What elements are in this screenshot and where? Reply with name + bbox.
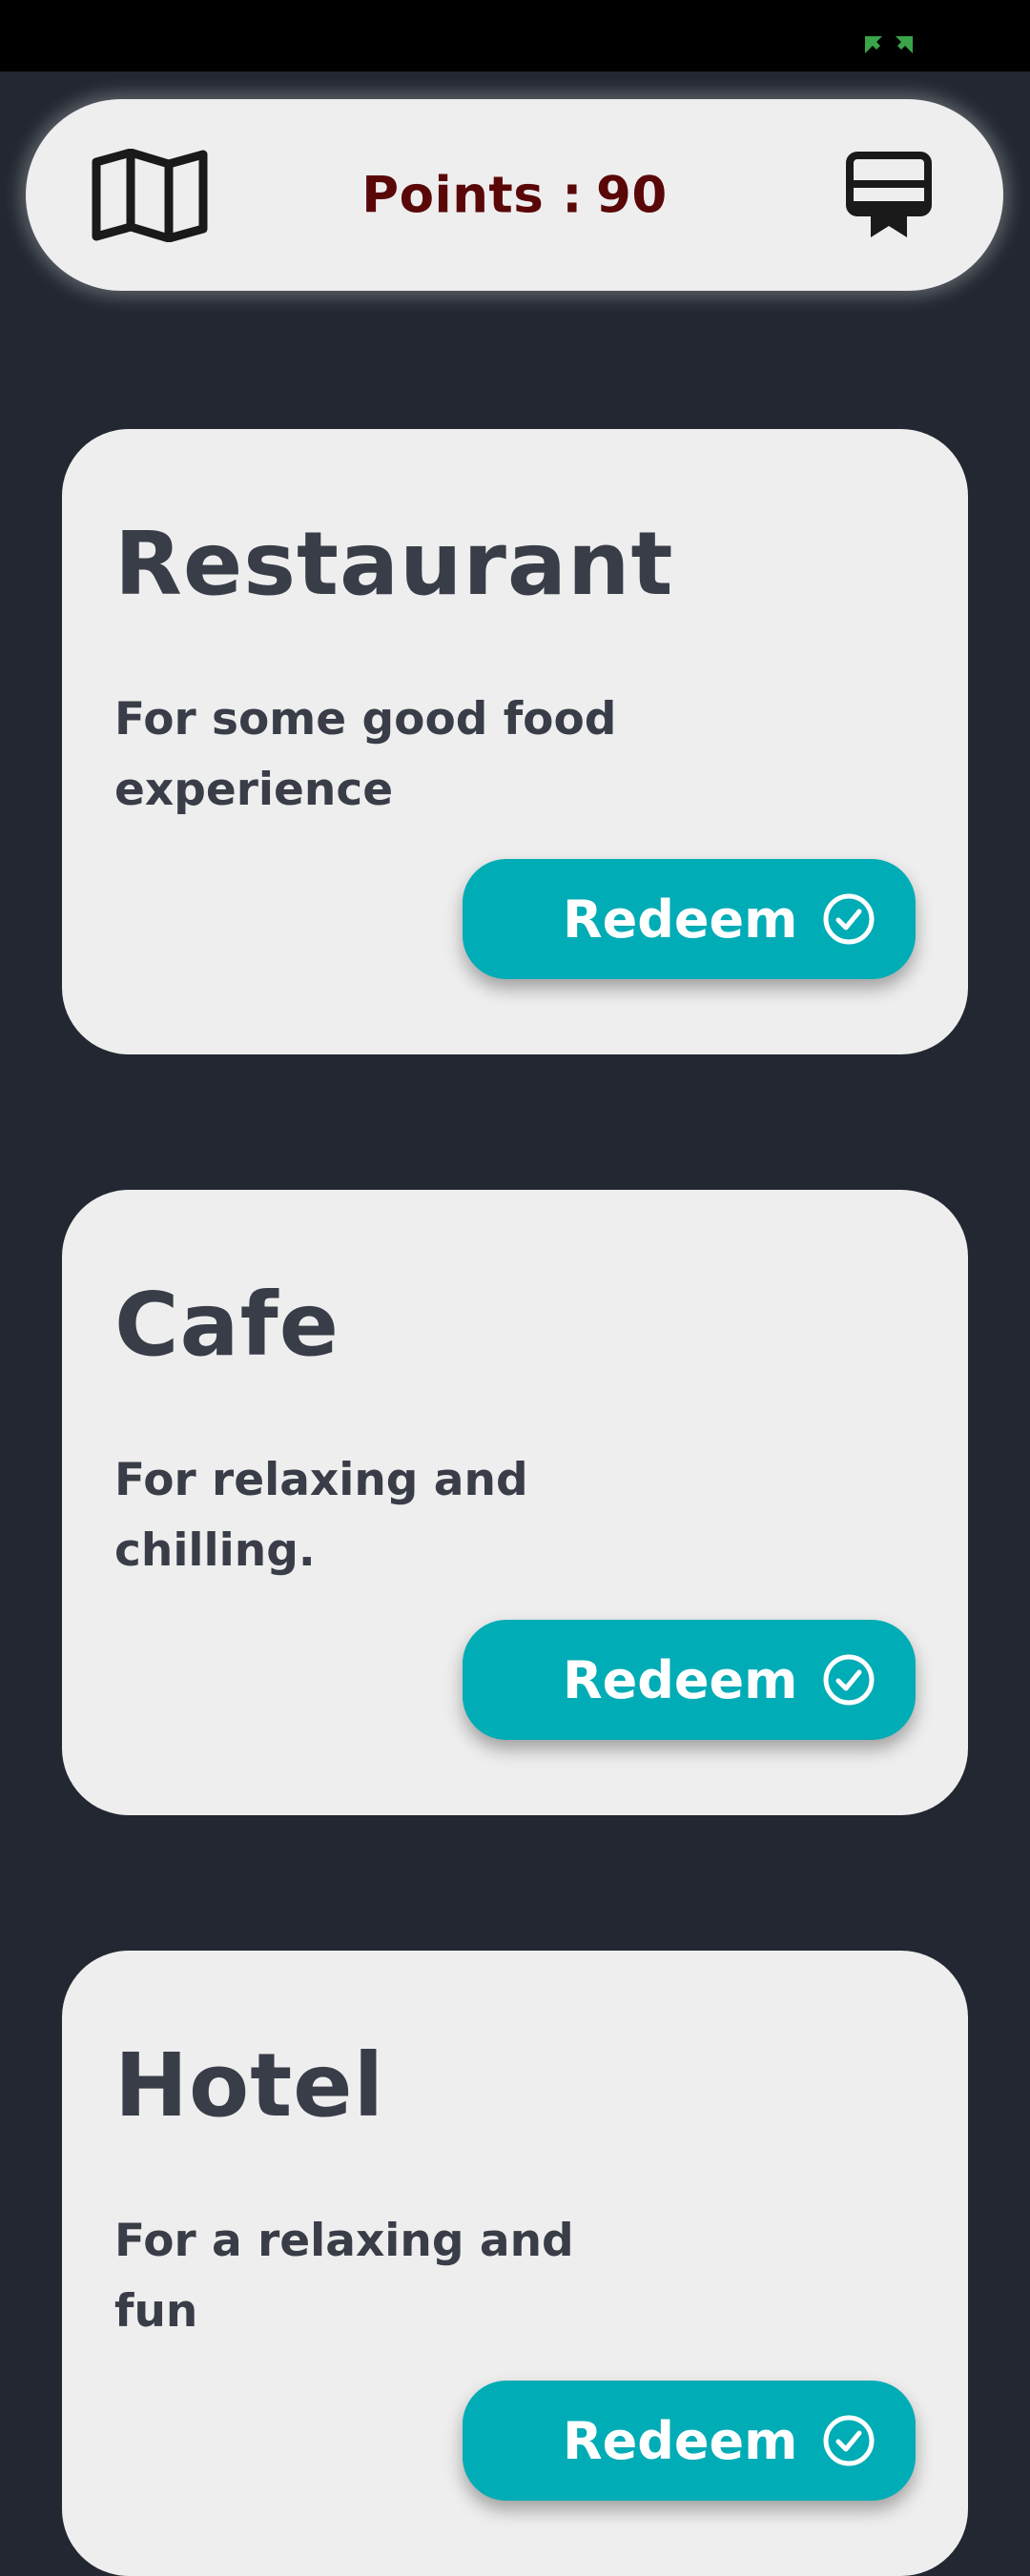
reward-card-restaurant: Restaurant For some good food experience… bbox=[62, 429, 968, 1054]
reward-card-hotel: Hotel For a relaxing and fun Redeem bbox=[62, 1951, 968, 2576]
card-description: For a relaxing and fun bbox=[114, 2215, 574, 2338]
check-circle-icon bbox=[823, 1654, 875, 1706]
card-title: Hotel bbox=[114, 2034, 385, 2136]
points-label: Points : bbox=[361, 166, 583, 224]
points-value: 90 bbox=[595, 166, 668, 224]
card-title: Restaurant bbox=[114, 513, 674, 615]
fullscreen-indicator-icon bbox=[865, 36, 913, 53]
redeem-button-label: Redeem bbox=[563, 2410, 798, 2471]
status-bar bbox=[0, 0, 1030, 72]
certificate-button[interactable] bbox=[836, 143, 941, 248]
certificate-icon bbox=[846, 151, 932, 237]
points-header: Points :90 bbox=[26, 99, 1003, 291]
card-title: Cafe bbox=[114, 1274, 340, 1376]
card-description: For some good food experience bbox=[114, 693, 617, 816]
redeem-button-label: Redeem bbox=[563, 1649, 798, 1710]
reward-card-cafe: Cafe For relaxing and chilling. Redeem bbox=[62, 1190, 968, 1815]
check-circle-icon bbox=[823, 2415, 875, 2466]
redeem-button-label: Redeem bbox=[563, 889, 798, 950]
redeem-button[interactable]: Redeem bbox=[463, 2381, 916, 2501]
redeem-button[interactable]: Redeem bbox=[463, 859, 916, 979]
card-description: For relaxing and chilling. bbox=[114, 1454, 528, 1577]
check-circle-icon bbox=[823, 893, 875, 945]
redeem-button[interactable]: Redeem bbox=[463, 1620, 916, 1740]
